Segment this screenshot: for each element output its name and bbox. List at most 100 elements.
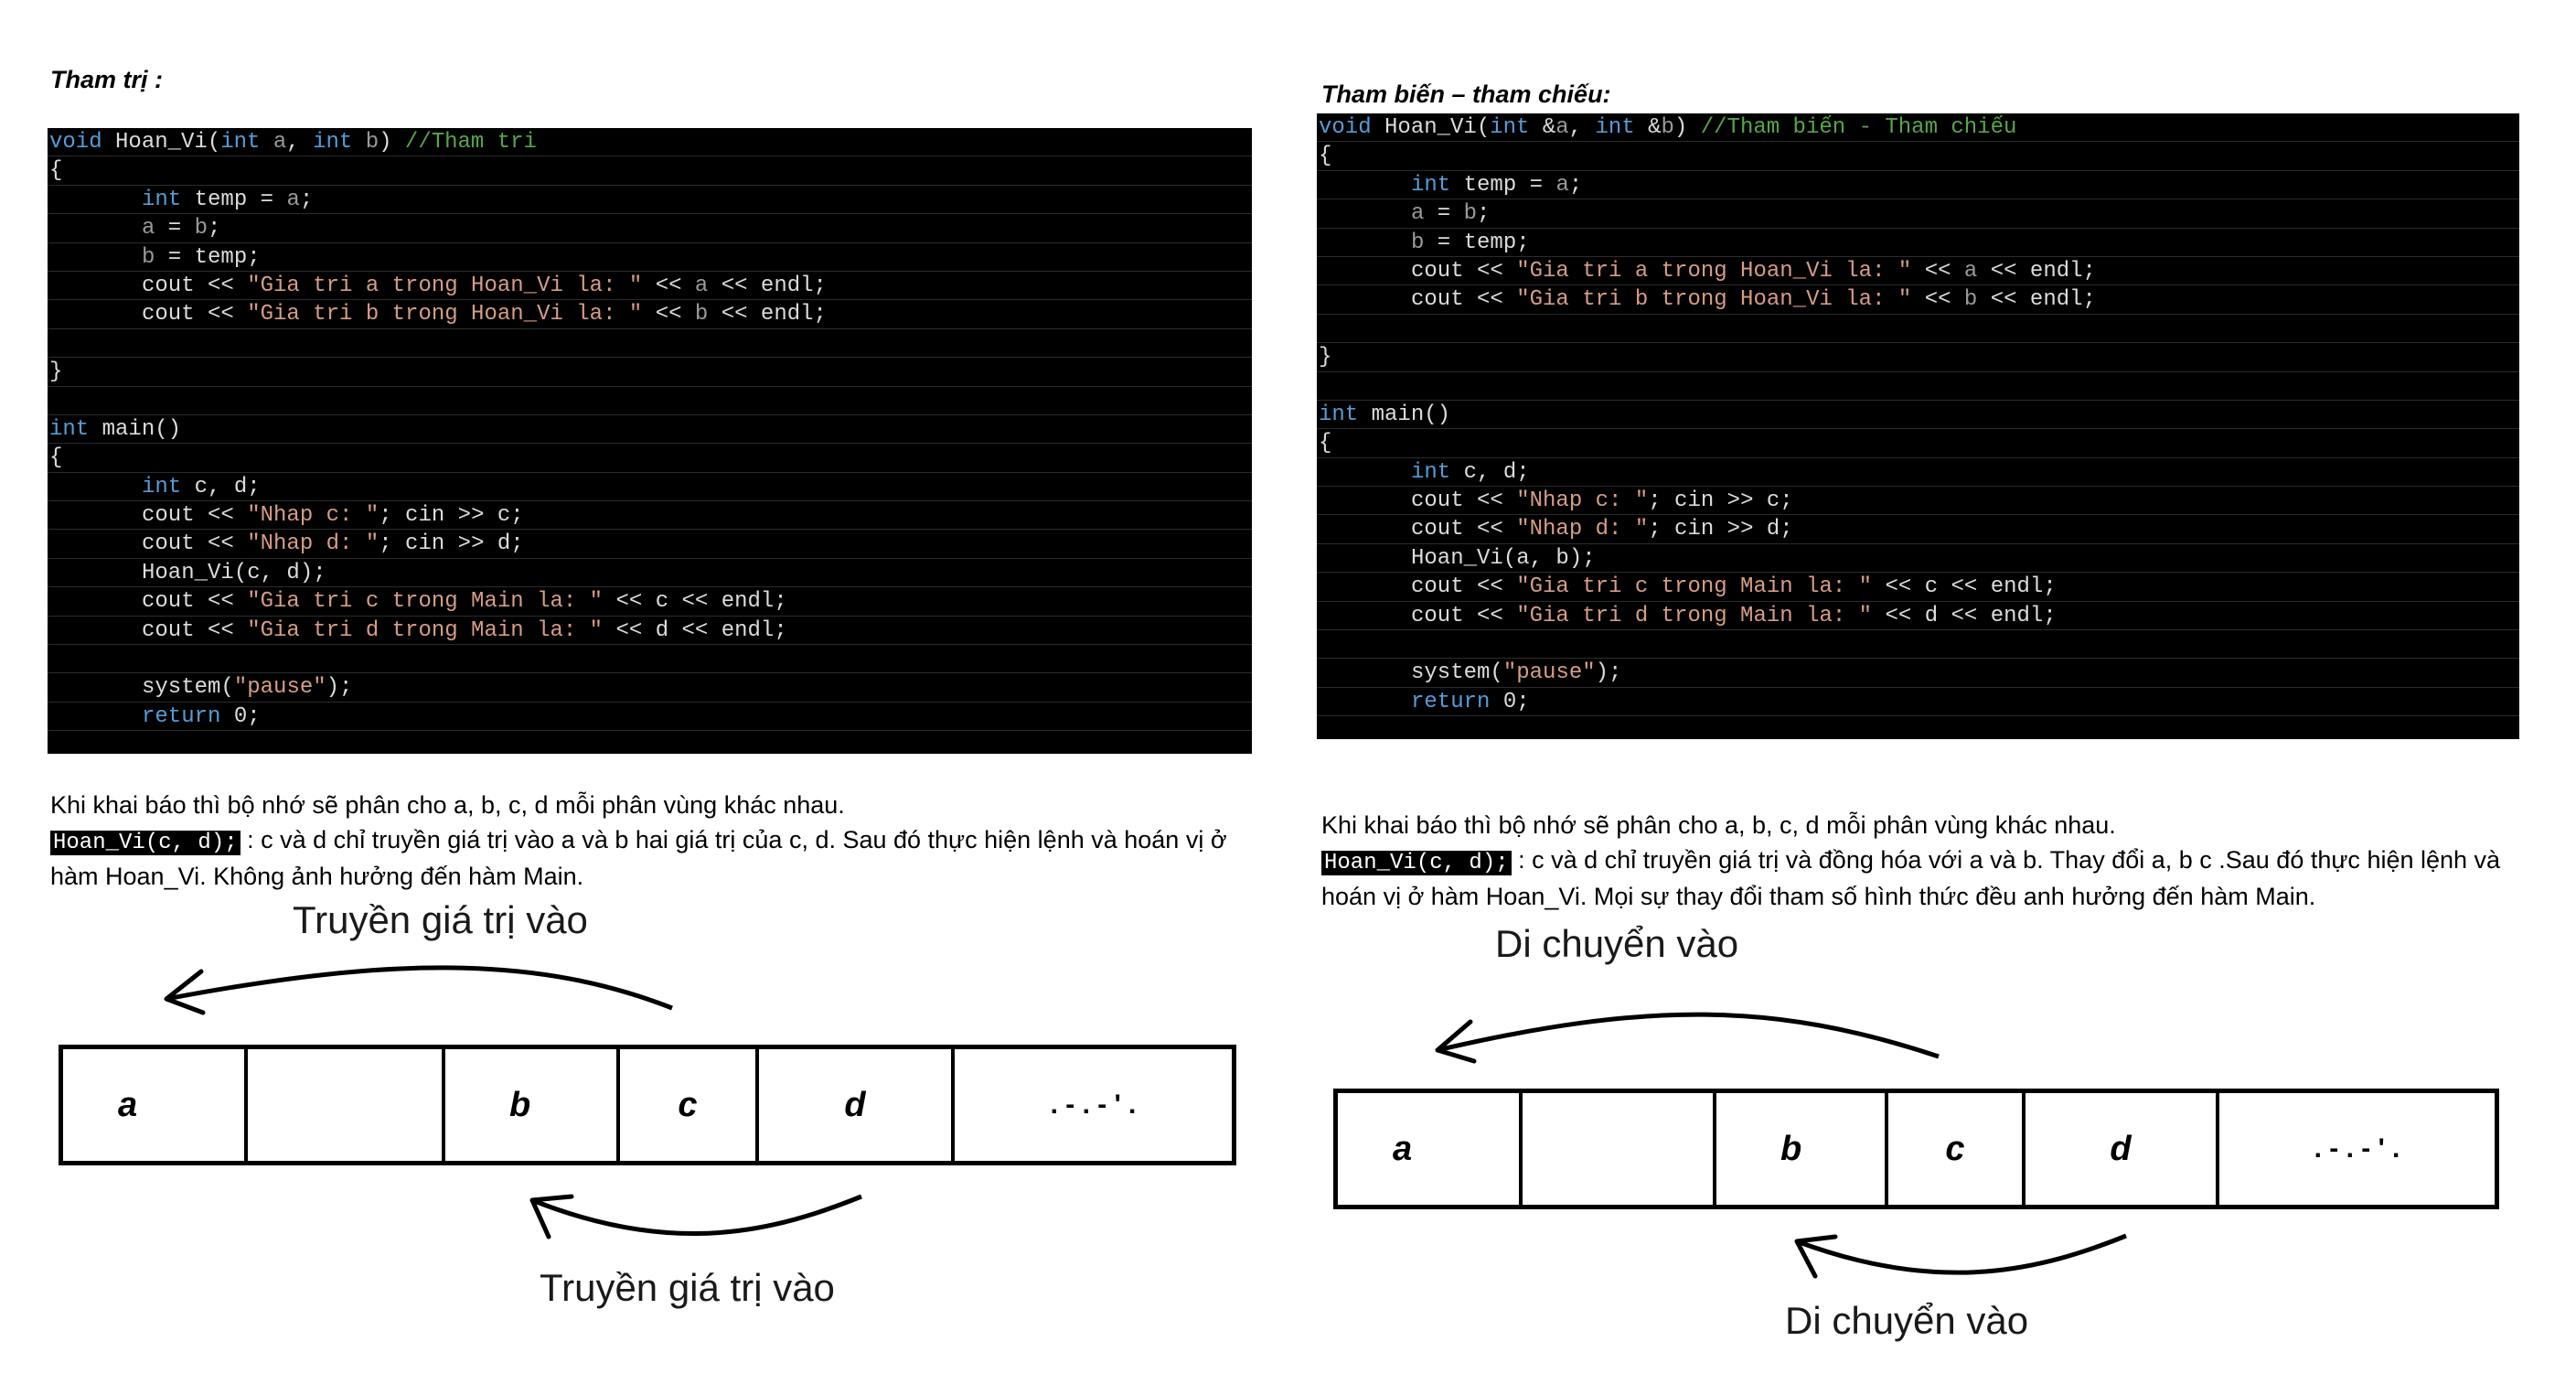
code-token: << c << endl; bbox=[1872, 574, 2057, 600]
code-token: cout << bbox=[142, 617, 248, 643]
code-token: ; cin >> d; bbox=[1648, 517, 1793, 542]
code-token: ; bbox=[208, 216, 221, 241]
code-token: main() bbox=[89, 416, 182, 442]
code-token: ); bbox=[1595, 660, 1622, 686]
code-token: system( bbox=[1411, 660, 1503, 686]
right-description: Khi khai báo thì bộ nhớ sẽ phân cho a, b… bbox=[1321, 809, 2538, 915]
code-line: int c, d; bbox=[48, 473, 1252, 502]
code-token: a bbox=[1555, 172, 1569, 198]
code-token: ; cin >> c; bbox=[1648, 488, 1793, 514]
code-line: cout << "Nhap d: "; cin >> d; bbox=[1317, 515, 2519, 544]
code-line: b = temp; bbox=[48, 243, 1252, 272]
code-line: cout << "Nhap c: "; cin >> c; bbox=[48, 501, 1252, 531]
code-token: a bbox=[1963, 258, 1978, 284]
code-line bbox=[1317, 372, 2519, 401]
code-token: ; bbox=[1477, 201, 1491, 227]
code-line: system("pause"); bbox=[48, 673, 1252, 703]
code-token: ) bbox=[1673, 115, 1701, 140]
code-token: << bbox=[1911, 287, 1964, 313]
code-line: cout << "Gia tri d trong Main la: " << d… bbox=[48, 617, 1252, 646]
code-token: ; bbox=[1568, 172, 1583, 198]
code-token: Hoan_Vi(c, d); bbox=[142, 560, 326, 585]
code-token: int bbox=[1411, 172, 1451, 198]
code-token: , bbox=[286, 130, 314, 155]
code-token: b bbox=[1661, 115, 1674, 140]
code-token: cout << bbox=[1411, 574, 1517, 600]
code-token: = temp; bbox=[1424, 230, 1530, 255]
code-token: int bbox=[220, 130, 261, 155]
right-label-top: Di chuyển vào bbox=[1495, 922, 1739, 965]
left-code-lines: void Hoan_Vi(int a, int b) //Tham tri{in… bbox=[48, 128, 1252, 732]
code-token: int bbox=[1319, 402, 1359, 427]
code-token: << endl; bbox=[708, 302, 827, 327]
left-cell-d: d bbox=[759, 1049, 955, 1161]
code-token: , bbox=[1568, 115, 1596, 140]
code-token: ); bbox=[326, 675, 353, 701]
code-token: { bbox=[49, 158, 63, 184]
code-line: { bbox=[48, 444, 1252, 473]
right-cell-b: b bbox=[1716, 1093, 1888, 1205]
code-token: & bbox=[1529, 115, 1556, 140]
code-token: ; cin >> d; bbox=[379, 531, 524, 557]
right-code-block: void Hoan_Vi(int &a, int &b) //Tham biến… bbox=[1317, 113, 2519, 739]
code-line: void Hoan_Vi(int a, int b) //Tham tri bbox=[48, 128, 1252, 157]
code-token: { bbox=[1319, 431, 1332, 456]
code-token: "Gia tri b trong Hoan_Vi la: " bbox=[1516, 287, 1912, 313]
code-token: "Nhap d: " bbox=[1516, 517, 1649, 542]
code-token: a bbox=[273, 130, 287, 155]
code-token: void bbox=[49, 130, 102, 155]
code-token: Hoan_Vi( bbox=[102, 130, 221, 155]
code-token: cout << bbox=[1411, 488, 1517, 514]
code-line: cout << "Gia tri d trong Main la: " << d… bbox=[1317, 602, 2519, 631]
code-token: cout << bbox=[1411, 603, 1517, 628]
code-token: int bbox=[1411, 459, 1451, 485]
code-token: temp = bbox=[1450, 172, 1556, 198]
code-line: } bbox=[48, 358, 1252, 387]
code-token: } bbox=[49, 359, 63, 385]
code-line bbox=[48, 387, 1252, 415]
code-token: return bbox=[142, 703, 221, 729]
code-token: //Tham tri bbox=[404, 130, 537, 155]
left-cell-empty bbox=[248, 1049, 445, 1161]
right-cell-empty bbox=[1523, 1093, 1716, 1205]
code-token: cout << bbox=[1411, 517, 1517, 542]
code-token: c, d; bbox=[181, 474, 261, 499]
code-token: a bbox=[694, 273, 709, 298]
code-line bbox=[48, 329, 1252, 359]
code-token: b bbox=[365, 130, 379, 155]
code-line: int main() bbox=[1317, 401, 2519, 430]
code-token: int bbox=[49, 416, 90, 442]
code-line: { bbox=[1317, 429, 2519, 458]
left-cell-a: a bbox=[63, 1049, 248, 1161]
code-token: = temp; bbox=[155, 244, 261, 270]
code-token: temp = bbox=[181, 187, 287, 212]
code-token: << d << endl; bbox=[603, 617, 787, 643]
code-token: "Gia tri a trong Hoan_Vi la: " bbox=[247, 273, 643, 298]
code-line: return 0; bbox=[48, 703, 1252, 732]
left-heading: Tham trị : bbox=[50, 66, 164, 93]
code-token: b bbox=[1411, 230, 1425, 255]
code-token: "Nhap c: " bbox=[1516, 488, 1649, 514]
code-line bbox=[1317, 315, 2519, 344]
code-token: "Gia tri c trong Main la: " bbox=[1516, 574, 1873, 600]
code-token: << bbox=[642, 302, 695, 327]
code-token: int bbox=[142, 187, 182, 212]
left-desc-line2: Hoan_Vi(c, d); : c và d chỉ truyền giá t… bbox=[50, 823, 1267, 895]
code-token: << bbox=[1911, 258, 1964, 284]
left-label-bottom: Truyền giá trị vào bbox=[540, 1266, 835, 1309]
code-token: "Gia tri d trong Main la: " bbox=[247, 617, 604, 643]
right-desc-line2: Hoan_Vi(c, d); : c và d chỉ truyền giá t… bbox=[1321, 843, 2538, 915]
code-token: ; bbox=[299, 187, 314, 212]
code-token: "Gia tri d trong Main la: " bbox=[1516, 603, 1873, 628]
right-cell-a: a bbox=[1338, 1093, 1523, 1205]
code-line: } bbox=[1317, 343, 2519, 372]
code-line: { bbox=[48, 156, 1252, 186]
code-line: cout << "Gia tri c trong Main la: " << c… bbox=[1317, 573, 2519, 602]
code-line: cout << "Nhap d: "; cin >> d; bbox=[48, 530, 1252, 559]
code-token: b bbox=[1463, 201, 1478, 227]
code-token: cout << bbox=[1411, 258, 1517, 284]
code-token: b bbox=[1963, 287, 1978, 313]
code-token: b bbox=[694, 302, 709, 327]
